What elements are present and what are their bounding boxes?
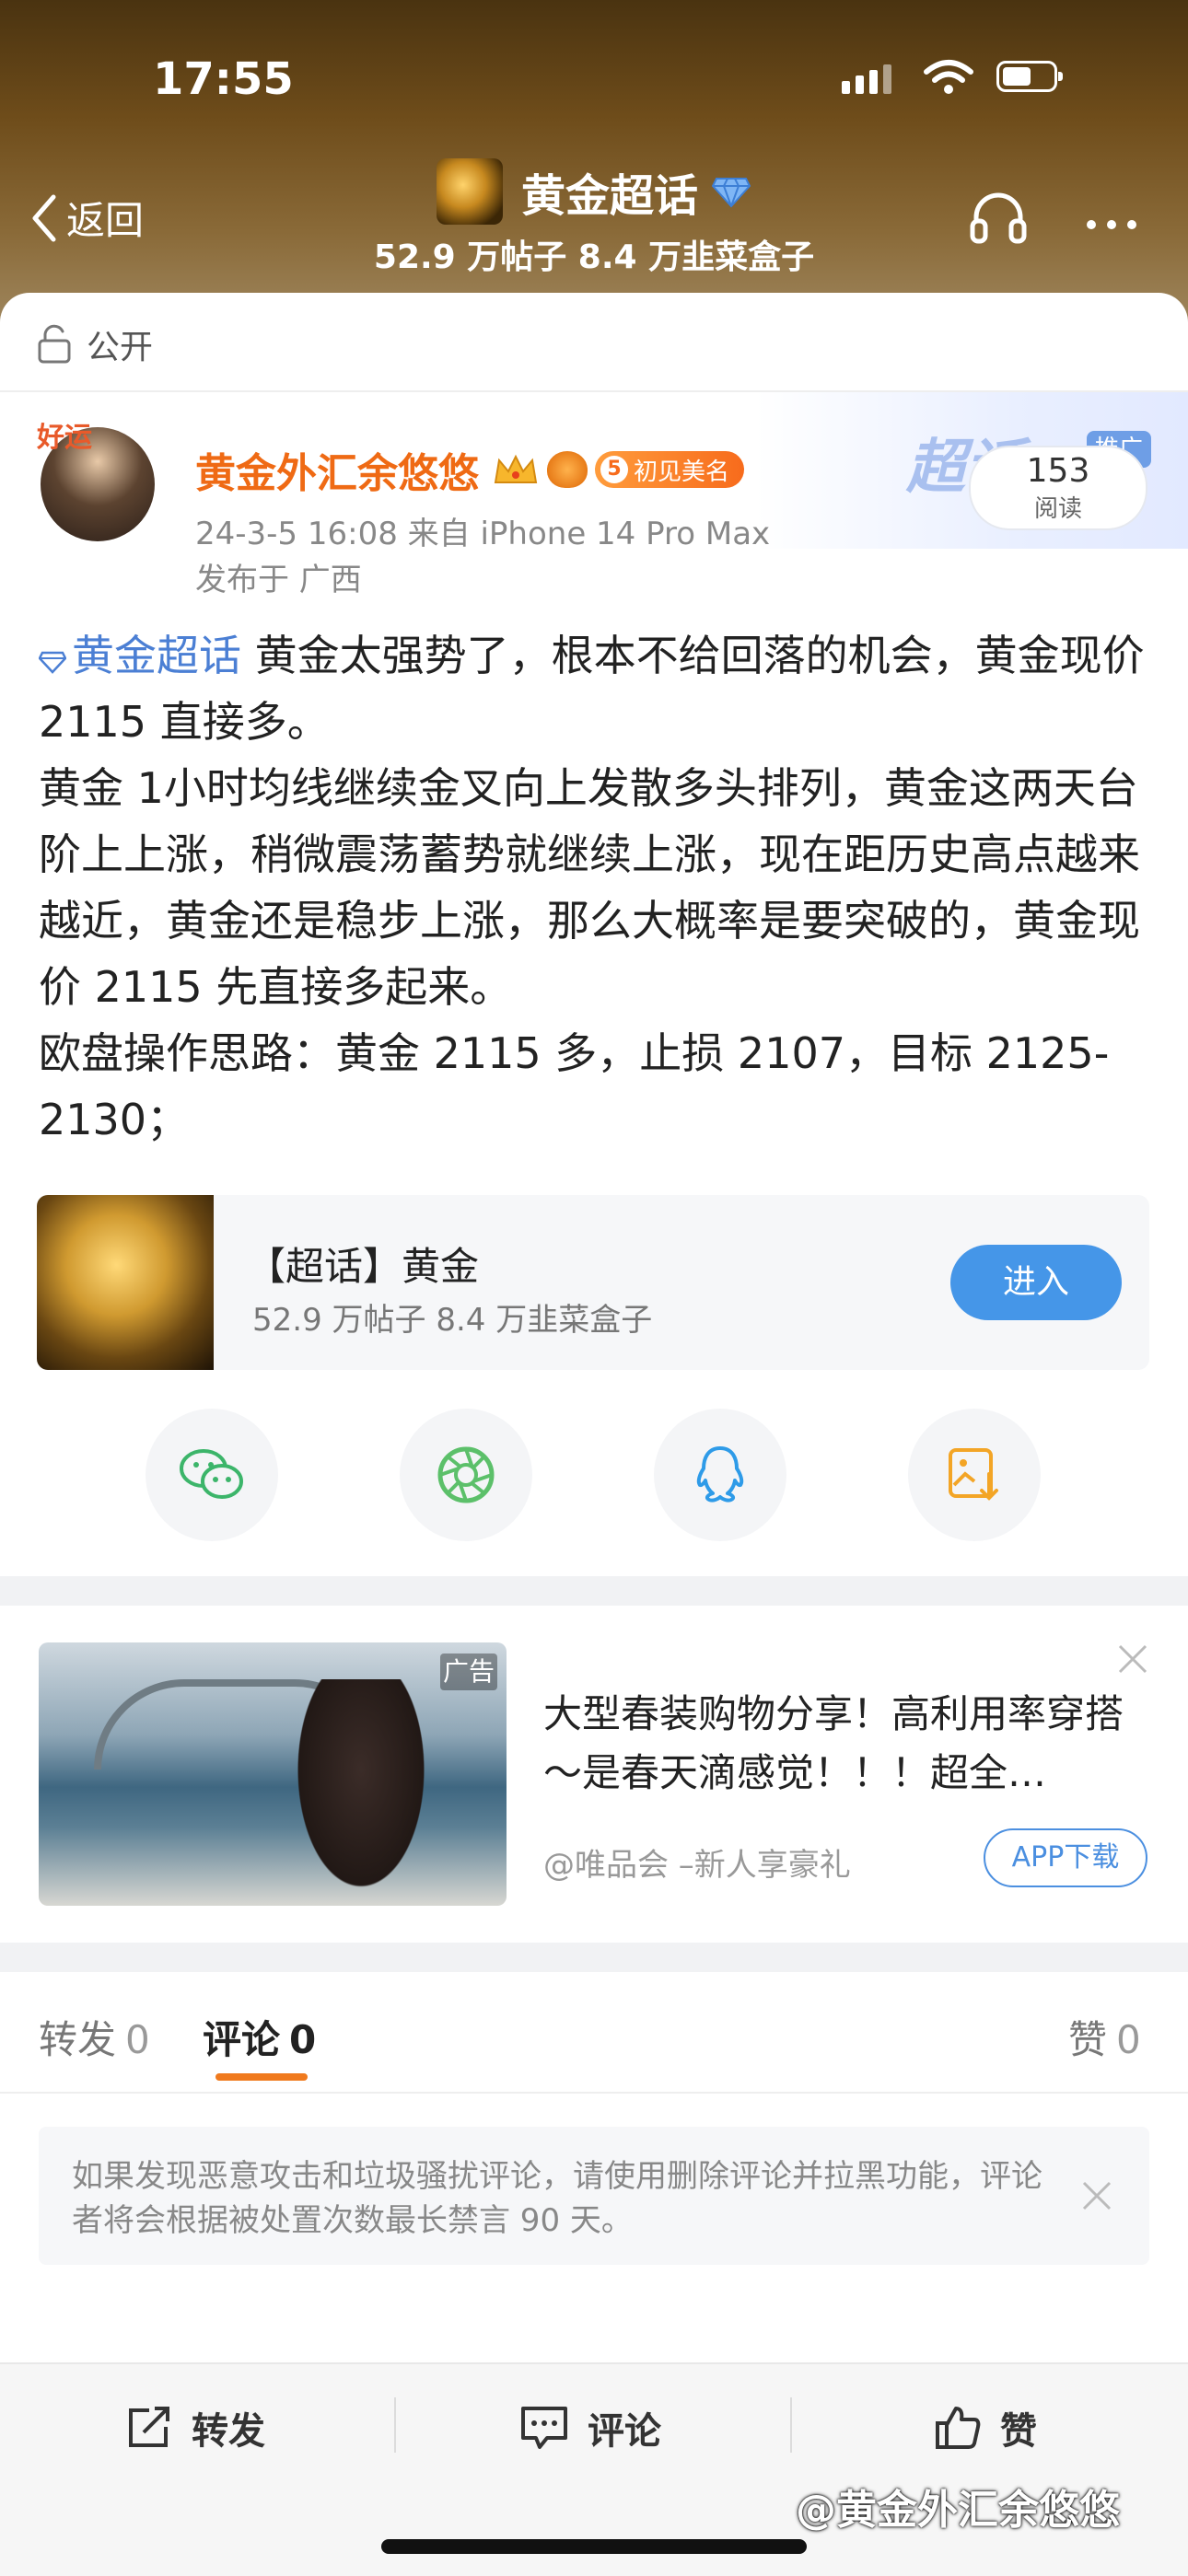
ad-image[interactable]: [39, 1642, 507, 1906]
divider: [790, 2397, 792, 2453]
comment-notice: 如果发现恶意攻击和垃圾骚扰评论，请使用删除评论并拉黑功能，评论者将会根据被处置次…: [39, 2127, 1149, 2265]
bird-badge-icon: [547, 451, 588, 488]
share-moments-button[interactable]: [400, 1409, 532, 1541]
avatar[interactable]: 好运: [37, 414, 157, 548]
section-separator: [0, 1943, 1188, 1972]
fan-level-number: 5: [600, 456, 628, 483]
notice-text: 如果发现恶意攻击和垃圾骚扰评论，请使用删除评论并拉黑功能，评论者将会根据被处置次…: [72, 2158, 1042, 2239]
ad-source: @唯品会 –新人享豪礼: [543, 1847, 851, 1884]
tab-repost-count: 0: [125, 2017, 150, 2062]
share-wechat-button[interactable]: [146, 1409, 278, 1541]
repost-icon: [129, 2407, 169, 2447]
post-line-3: 欧盘操作思路：黄金 2115 多，止损 2107，目标 2125-2130；: [39, 1028, 1110, 1144]
moments-icon: [437, 1446, 495, 1503]
avatar-decoration: 好运: [37, 422, 92, 454]
repost-button[interactable]: 转发: [125, 2401, 265, 2454]
tab-like-label: 赞: [1068, 2017, 1108, 2062]
like-label: 赞: [1000, 2410, 1037, 2453]
topic-logo: [436, 158, 503, 225]
divider: [394, 2397, 396, 2453]
thumbs-up-icon: [936, 2407, 981, 2449]
headset-icon[interactable]: [969, 190, 1028, 249]
tab-like-count: 0: [1116, 2017, 1141, 2062]
active-tab-indicator: [215, 2073, 308, 2081]
more-options-icon[interactable]: [1087, 215, 1147, 233]
crown-badge-icon: [494, 454, 538, 483]
repost-label: 转发: [192, 2410, 265, 2453]
visibility-label: 公开: [87, 329, 154, 366]
topic-link-label: 黄金超话: [72, 631, 241, 680]
fan-level-badge: 5 初见美名: [595, 451, 745, 488]
tab-repost[interactable]: 转发 0: [39, 2009, 150, 2065]
fan-level-label: 初见美名: [634, 458, 730, 486]
post-line-2: 黄金 1小时均线继续金叉向上发散多头排列，黄金这两天台阶上上涨，稍微震荡蓄势就继…: [39, 763, 1140, 1012]
cellular-signal-icon: [842, 64, 897, 94]
tab-comment[interactable]: 评论 0: [203, 2009, 316, 2065]
battery-icon: [996, 61, 1063, 92]
save-image-icon: [949, 1448, 998, 1501]
visibility-indicator: 公开: [37, 320, 153, 368]
like-button[interactable]: 赞: [934, 2401, 1037, 2454]
watermark: @黄金外汇余悠悠: [796, 2487, 1120, 2534]
read-label: 阅读: [1033, 494, 1082, 523]
status-time: 17:55: [153, 53, 294, 105]
tab-like[interactable]: 赞0: [1068, 2009, 1141, 2065]
close-notice-icon[interactable]: [1081, 2180, 1112, 2215]
divider: [0, 2092, 1188, 2094]
save-image-button[interactable]: [908, 1409, 1041, 1541]
wifi-icon: [923, 59, 974, 99]
section-separator: [0, 1576, 1188, 1606]
diamond-icon: [38, 651, 67, 674]
comment-label: 评论: [588, 2410, 661, 2453]
interaction-tabs: 转发 0 评论 0 赞0: [0, 1972, 1188, 2092]
tab-repost-label: 转发: [39, 2017, 117, 2062]
tab-comment-count: 0: [289, 2017, 317, 2062]
home-indicator[interactable]: [381, 2539, 807, 2554]
author-name[interactable]: 黄金外汇余悠悠: [195, 440, 479, 499]
topic-thumbnail: [37, 1195, 214, 1370]
enter-topic-button[interactable]: 进入: [950, 1245, 1122, 1320]
topic-card-stats: 52.9 万帖子 8.4 万韭菜盒子: [252, 1302, 653, 1339]
ad-label: 广告: [440, 1654, 497, 1690]
post-location: 发布于 广西: [195, 562, 362, 598]
app-download-button[interactable]: APP下载: [984, 1828, 1147, 1887]
share-qq-button[interactable]: [654, 1409, 786, 1541]
post-body: 黄金超话 黄金太强势了，根本不给回落的机会，黄金现价 2115 直接多。 黄金 …: [38, 622, 1153, 1153]
lock-open-icon: [38, 324, 71, 364]
read-count: 153: [1026, 452, 1090, 490]
wechat-icon: [180, 1449, 243, 1499]
topic-card-title: 【超话】黄金: [247, 1244, 480, 1289]
comment-button[interactable]: 评论: [519, 2401, 661, 2454]
ad-title[interactable]: 大型春装购物分享！高利用率穿搭～是春天滴感觉！！！超全…: [543, 1685, 1142, 1803]
read-count-badge: 153 阅读: [969, 446, 1147, 530]
tab-comment-label: 评论: [203, 2017, 281, 2062]
comment-icon: [521, 2407, 567, 2449]
ad-person-shape: [287, 1679, 435, 1906]
page-title: 黄金超话: [520, 170, 698, 222]
qq-icon: [696, 1446, 744, 1503]
post-meta: 24-3-5 16:08 来自 iPhone 14 Pro Max: [195, 516, 771, 552]
share-row: [0, 1409, 1188, 1541]
topic-link[interactable]: 黄金超话: [38, 631, 241, 680]
close-ad-icon[interactable]: [1116, 1642, 1149, 1679]
diamond-badge-icon: [711, 178, 751, 208]
author-row: 黄金外汇余悠悠 5 初见美名: [195, 440, 745, 499]
topic-card[interactable]: 【超话】黄金 52.9 万帖子 8.4 万韭菜盒子 进入: [37, 1195, 1149, 1370]
